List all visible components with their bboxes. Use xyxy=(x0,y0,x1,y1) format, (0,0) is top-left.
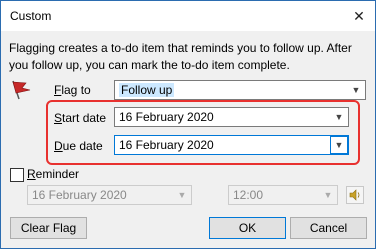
custom-dialog: Custom ✕ Flagging creates a to-do item t… xyxy=(0,0,376,249)
title-bar: Custom ✕ xyxy=(1,1,375,31)
ok-button[interactable]: OK xyxy=(209,217,286,239)
clear-flag-button[interactable]: Clear Flag xyxy=(10,217,87,239)
chevron-down-icon[interactable]: ▼ xyxy=(347,81,365,99)
chevron-down-icon[interactable]: ▼ xyxy=(173,186,191,204)
chevron-down-icon[interactable]: ▼ xyxy=(330,136,348,154)
flag-to-combobox[interactable]: Follow up ▼ xyxy=(114,80,366,100)
chevron-down-icon[interactable]: ▼ xyxy=(330,108,348,126)
reminder-date-picker[interactable]: 16 February 2020 ▼ xyxy=(27,185,192,205)
start-date-picker[interactable]: 16 February 2020 ▼ xyxy=(114,107,349,127)
speaker-icon xyxy=(349,189,360,201)
cancel-button[interactable]: Cancel xyxy=(290,217,367,239)
intro-text: Flagging creates a to-do item that remin… xyxy=(9,41,352,72)
close-icon: ✕ xyxy=(353,7,365,24)
reminder-label: Reminder xyxy=(27,167,80,181)
start-date-label: Start date xyxy=(54,111,107,125)
reminder-date-value: 16 February 2020 xyxy=(32,188,127,202)
flag-to-label: Flag to xyxy=(54,83,91,97)
flag-icon xyxy=(12,80,31,100)
due-date-picker[interactable]: 16 February 2020 ▼ xyxy=(114,135,349,155)
close-button[interactable]: ✕ xyxy=(343,1,375,31)
chevron-down-icon[interactable]: ▼ xyxy=(319,186,337,204)
due-date-value: 16 February 2020 xyxy=(119,138,214,152)
start-date-value: 16 February 2020 xyxy=(119,110,214,124)
window-title: Custom xyxy=(10,9,52,23)
flag-to-value: Follow up xyxy=(119,83,175,97)
reminder-checkbox[interactable] xyxy=(10,168,24,182)
reminder-sound-button[interactable] xyxy=(346,186,364,204)
reminder-time-picker[interactable]: 12:00 ▼ xyxy=(228,185,338,205)
due-date-label: Due date xyxy=(54,139,103,153)
reminder-time-value: 12:00 xyxy=(233,188,264,202)
